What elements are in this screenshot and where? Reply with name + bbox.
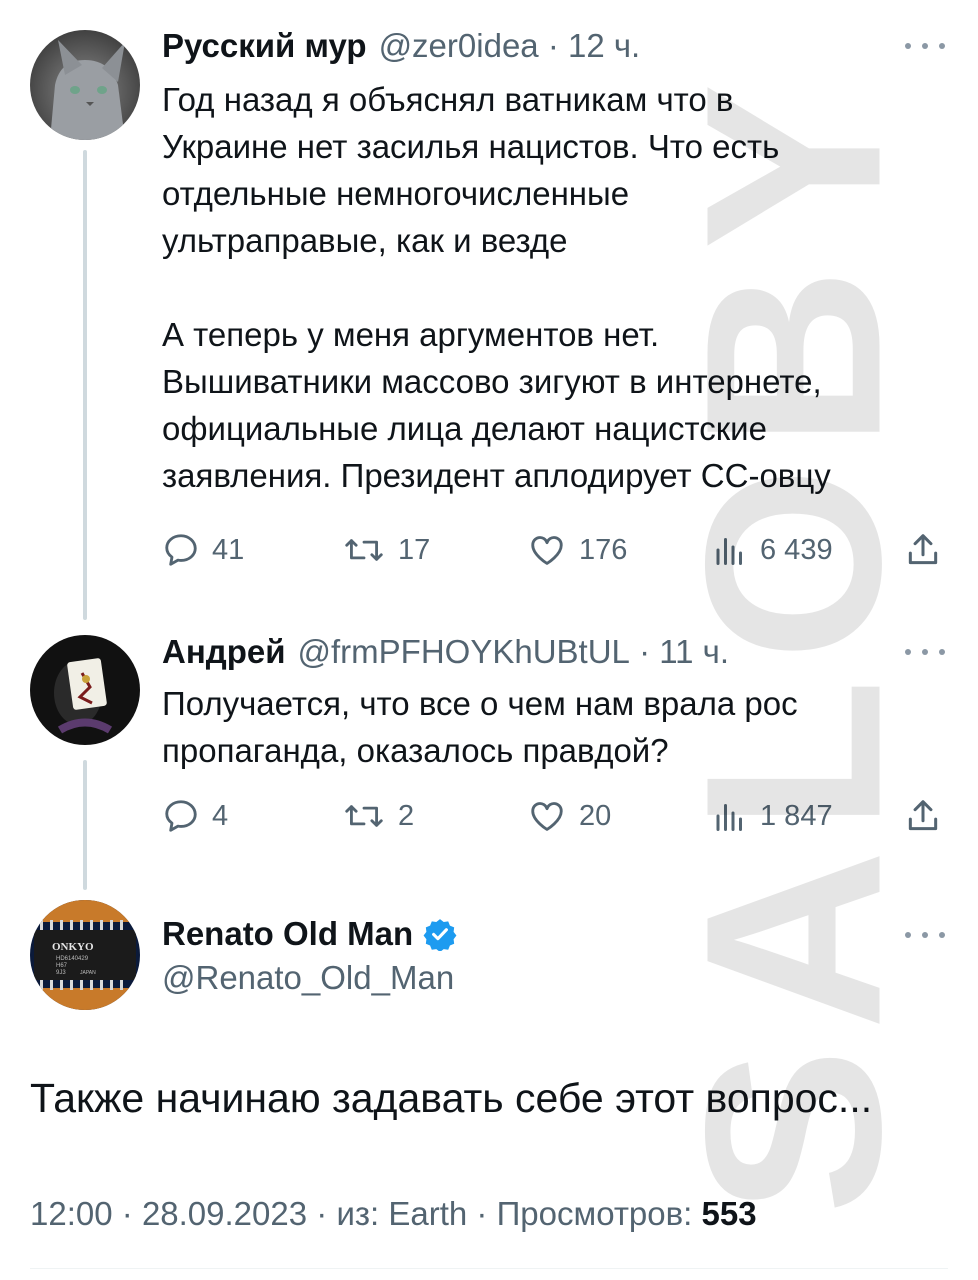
separator-dot: · (629, 633, 660, 670)
divider (30, 1268, 948, 1269)
separator-dot: · (538, 27, 568, 64)
verified-badge-icon (423, 919, 457, 951)
more-options-button[interactable] (905, 36, 945, 56)
tweet-text: Получается, что все о чем нам врала рос … (162, 685, 798, 769)
tweet-header: Русский мур @zer0idea · 12 ч. (162, 26, 640, 66)
author-name[interactable]: Русский мур (162, 27, 367, 65)
dot-icon (939, 649, 945, 655)
main-tweet-handle-row: @Renato_Old_Man (162, 958, 454, 998)
main-tweet-name-row: Renato Old Man (162, 914, 457, 954)
like-button[interactable]: 20 (527, 791, 611, 841)
dot-icon (905, 649, 911, 655)
main-tweet-text: Также начинаю задавать себе этот вопрос.… (30, 1075, 873, 1121)
more-options-button[interactable] (905, 642, 945, 662)
avatar-cat[interactable] (30, 30, 140, 140)
share-icon (908, 534, 938, 565)
retweet-button[interactable]: 2 (342, 791, 414, 841)
retweet-button[interactable]: 17 (342, 525, 430, 575)
retweet-icon (345, 539, 383, 561)
views-button[interactable]: 1 847 (712, 791, 833, 841)
reply-button[interactable]: 4 (162, 791, 228, 841)
retweet-icon (345, 805, 383, 827)
chip-label: ONKYO (52, 941, 94, 953)
chip-label: 9J3 (56, 970, 66, 976)
tweet-time[interactable]: 11 ч. (659, 633, 729, 671)
joker-avatar-icon (30, 635, 140, 745)
retweet-count: 2 (398, 799, 415, 832)
reply-icon (165, 534, 197, 566)
chip-label: H67 (56, 963, 68, 969)
tweet-meta: 12:00 · 28.09.2023 · из: Earth · Просмот… (30, 1195, 757, 1233)
heart-icon (531, 802, 563, 831)
like-count: 20 (579, 799, 612, 832)
tweet-header: Андрей @frmPFHOYKhUBtUL · 11 ч. (162, 632, 729, 672)
tweet-actions: 4 2 20 1 847 (162, 791, 952, 841)
chip-label: HD6140429 (56, 956, 89, 962)
thread-line (83, 150, 87, 620)
author-handle[interactable]: @Renato_Old_Man (162, 959, 454, 997)
dot-icon (939, 43, 945, 49)
views-count: 6 439 (760, 533, 833, 566)
reply-icon (165, 800, 197, 832)
author-name[interactable]: Андрей (162, 633, 286, 671)
reply-count: 41 (212, 533, 245, 566)
tweet-text: Год назад я объяснял ватникам что в Укра… (162, 81, 831, 494)
chip-avatar-icon: ONKYO HD6140429 H67 9J3 JAPAN (30, 900, 140, 1010)
tweet-actions: 41 17 176 6 439 (162, 525, 952, 575)
chip-label: JAPAN (80, 970, 96, 976)
dot-icon (939, 932, 945, 938)
heart-icon (531, 536, 563, 565)
dot-icon (922, 932, 928, 938)
views-count[interactable]: 553 (702, 1195, 757, 1232)
separator-dot: · (476, 1195, 497, 1232)
author-handle[interactable]: @frmPFHOYKhUBtUL (298, 633, 630, 671)
tweet-time[interactable]: 12 ч. (568, 27, 640, 65)
share-button[interactable] (904, 791, 954, 841)
like-count: 176 (579, 533, 628, 566)
avatar-onkyo-chip[interactable]: ONKYO HD6140429 H67 9J3 JAPAN (30, 900, 140, 1010)
more-options-button[interactable] (905, 925, 945, 945)
avatar-joker[interactable] (30, 635, 140, 745)
views-count: 1 847 (760, 799, 833, 832)
share-button[interactable] (904, 525, 954, 575)
cat-avatar-icon (30, 30, 140, 140)
views-icon (716, 538, 742, 565)
thread-line (83, 760, 87, 890)
reply-count: 4 (212, 799, 229, 832)
tweet-time[interactable]: 12:00 (30, 1195, 113, 1232)
dot-icon (922, 43, 928, 49)
dot-icon (905, 932, 911, 938)
views-button[interactable]: 6 439 (712, 525, 833, 575)
author-name[interactable]: Renato Old Man (162, 915, 413, 953)
dot-icon (905, 43, 911, 49)
separator-dot: · (316, 1195, 337, 1232)
source-prefix: из: (336, 1195, 380, 1232)
like-button[interactable]: 176 (527, 525, 627, 575)
tweet-source: Earth (388, 1195, 468, 1232)
retweet-count: 17 (398, 533, 431, 566)
views-label: Просмотров: (496, 1195, 693, 1232)
dot-icon (922, 649, 928, 655)
author-handle[interactable]: @zer0idea (379, 27, 539, 65)
share-icon (908, 800, 938, 831)
tweet-date[interactable]: 28.09.2023 (142, 1195, 307, 1232)
separator-dot: · (121, 1195, 142, 1232)
reply-button[interactable]: 41 (162, 525, 244, 575)
views-icon (716, 804, 742, 831)
